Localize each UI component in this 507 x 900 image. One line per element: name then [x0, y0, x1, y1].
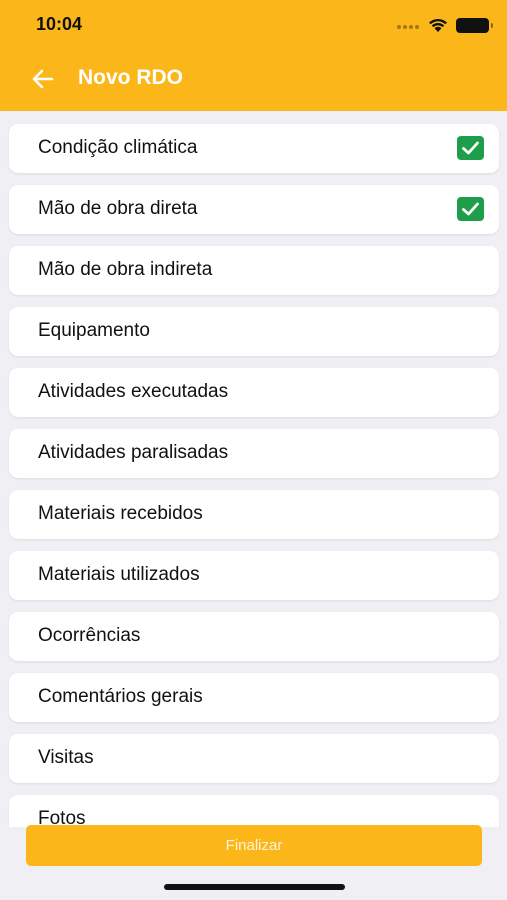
status-time: 10:04	[36, 14, 83, 34]
list-item-label: Materiais utilizados	[38, 564, 200, 585]
list-item[interactable]: Comentários gerais	[9, 673, 499, 722]
checkbox-checked-icon	[457, 197, 484, 221]
list-item-label: Atividades paralisadas	[38, 442, 229, 463]
list-item[interactable]: Mão de obra direta	[9, 185, 499, 234]
checkbox-checked-icon	[457, 136, 484, 160]
home-indicator	[164, 884, 345, 890]
list-item[interactable]: Atividades executadas	[9, 368, 499, 417]
rdo-section-list[interactable]: Condição climática Mão de obra direta Mão …	[0, 111, 507, 827]
battery-icon	[456, 18, 493, 33]
list-item[interactable]: Materiais utilizados	[9, 551, 499, 600]
cellular-signal-icon	[397, 23, 419, 29]
list-item[interactable]: Atividades paralisadas	[9, 429, 499, 478]
arrow-left-icon	[32, 69, 54, 89]
wifi-icon	[429, 18, 447, 32]
list-item-label: Equipamento	[38, 320, 150, 341]
list-item-label: Comentários gerais	[38, 686, 203, 707]
list-item[interactable]: Visitas	[9, 734, 499, 783]
list-item-label: Visitas	[38, 747, 94, 768]
list-item[interactable]: Condição climática	[9, 124, 499, 173]
status-icons	[379, 15, 493, 35]
finalize-button[interactable]: Finalizar	[26, 825, 482, 866]
list-item[interactable]: Fotos	[9, 795, 499, 827]
back-button[interactable]	[30, 66, 56, 92]
app-header: 10:04 Novo RDO	[0, 0, 507, 111]
list-item-label: Condição climática	[38, 137, 198, 158]
list-item[interactable]: Materiais recebidos	[9, 490, 499, 539]
list-item-label: Mão de obra indireta	[38, 259, 213, 280]
list-item-label: Materiais recebidos	[38, 503, 203, 524]
list-item[interactable]: Mão de obra indireta	[9, 246, 499, 295]
list-item[interactable]: Equipamento	[9, 307, 499, 356]
list-item-label: Mão de obra direta	[38, 198, 198, 219]
list-item-label: Ocorrências	[38, 625, 141, 646]
page-title: Novo RDO	[78, 66, 183, 89]
list-item[interactable]: Ocorrências	[9, 612, 499, 661]
list-item-label: Atividades executadas	[38, 381, 229, 402]
